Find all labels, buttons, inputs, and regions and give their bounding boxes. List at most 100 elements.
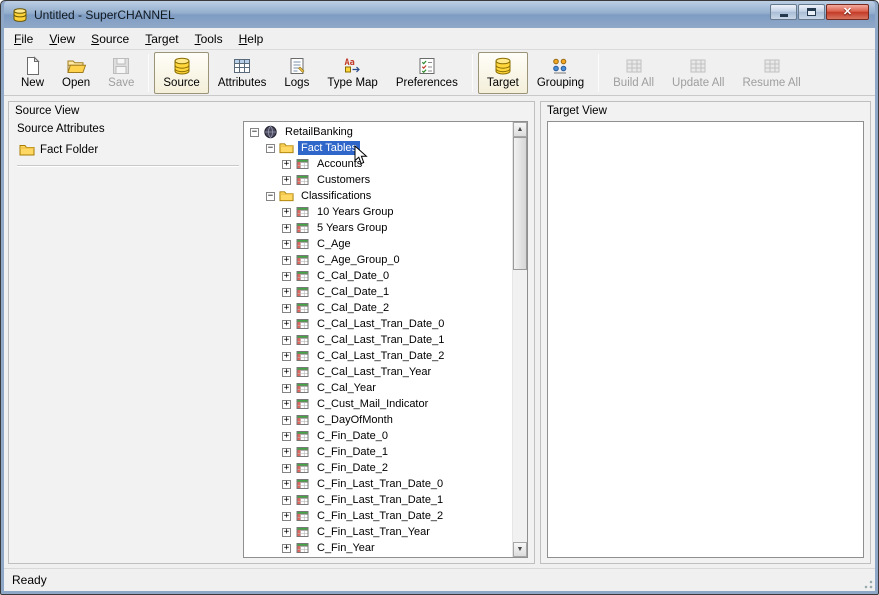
collapse-icon[interactable]: − xyxy=(250,128,259,137)
tree-item-c-fin-last-tran-date-0[interactable]: + C_Fin_Last_Tran_Date_0 xyxy=(247,476,511,492)
status-text: Ready xyxy=(12,573,47,587)
collapse-icon[interactable]: − xyxy=(266,144,275,153)
tree-item-fact-tables[interactable]: − Fact Tables xyxy=(247,140,511,156)
tree-indent xyxy=(247,196,266,197)
expand-icon[interactable]: + xyxy=(282,368,291,377)
tree-indent xyxy=(247,500,282,501)
expand-icon[interactable]: + xyxy=(282,480,291,489)
expand-icon[interactable]: + xyxy=(282,496,291,505)
minimize-button[interactable] xyxy=(770,4,797,20)
preferences-button[interactable]: Preferences xyxy=(387,52,467,94)
tree-item-label: C_Fin_Last_Tran_Date_0 xyxy=(314,477,446,491)
menu-view[interactable]: View xyxy=(41,29,83,49)
expand-icon[interactable]: + xyxy=(282,384,291,393)
tree-item-label: C_Fin_Date_2 xyxy=(314,461,391,475)
tree-item-c-cal-year[interactable]: +C_Cal_Year xyxy=(247,380,511,396)
fact-folder-item[interactable]: Fact Folder xyxy=(17,142,239,158)
target-view-content[interactable] xyxy=(547,121,864,558)
expand-icon[interactable]: + xyxy=(282,400,291,409)
expand-icon[interactable]: + xyxy=(282,320,291,329)
expand-icon[interactable]: + xyxy=(282,544,291,553)
table-icon xyxy=(295,445,310,459)
new-button[interactable]: New xyxy=(12,52,53,94)
expand-icon[interactable]: + xyxy=(282,288,291,297)
expand-icon[interactable]: + xyxy=(282,352,291,361)
expand-icon[interactable]: + xyxy=(282,208,291,217)
tree-item-c-fin-last-tran-year[interactable]: +C_Fin_Last_Tran_Year xyxy=(247,524,511,540)
expand-icon[interactable]: + xyxy=(282,304,291,313)
tree-item-classifications[interactable]: − Classifications xyxy=(247,188,511,204)
update-all-button[interactable]: Update All xyxy=(663,52,733,94)
menu-file[interactable]: File xyxy=(6,29,41,49)
scroll-thumb[interactable] xyxy=(513,137,527,270)
expand-icon[interactable]: + xyxy=(282,528,291,537)
expand-icon[interactable]: + xyxy=(282,512,291,521)
tree-item-c-cal-date-2[interactable]: +C_Cal_Date_2 xyxy=(247,300,511,316)
toolbar: New Open Save Source Attributes Logs AaT… xyxy=(4,50,875,96)
scroll-up-button[interactable]: ▲ xyxy=(513,122,527,137)
tree-item-c-cal-last-tran-date-2[interactable]: +C_Cal_Last_Tran_Date_2 xyxy=(247,348,511,364)
tree-item-c-cal-last-tran-date-1[interactable]: + C_Cal_Last_Tran_Date_1 xyxy=(247,332,511,348)
grouping-button[interactable]: Grouping xyxy=(528,52,593,94)
save-button[interactable]: Save xyxy=(99,52,143,94)
resume-all-button[interactable]: Resume All xyxy=(733,52,809,94)
maximize-button[interactable] xyxy=(798,4,825,20)
menu-help[interactable]: Help xyxy=(231,29,272,49)
tree-item-c-fin-date-0[interactable]: +C_Fin_Date_0 xyxy=(247,428,511,444)
tree-item-label: C_Cal_Last_Tran_Date_1 xyxy=(314,333,447,347)
build-all-button[interactable]: Build All xyxy=(604,52,663,94)
attributes-button[interactable]: Attributes xyxy=(209,52,276,94)
expand-icon[interactable]: + xyxy=(282,176,291,185)
tree-item-c-fin-date-2[interactable]: + C_Fin_Date_2 xyxy=(247,460,511,476)
type-map-button[interactable]: AaType Map xyxy=(318,52,387,94)
close-button[interactable]: ✕ xyxy=(826,4,869,20)
tree-item-accounts[interactable]: +Accounts xyxy=(247,156,511,172)
tree-item-customers[interactable]: +Customers xyxy=(247,172,511,188)
tree-item-c-dayofmonth[interactable]: +C_DayOfMonth xyxy=(247,412,511,428)
tree-indent xyxy=(247,452,282,453)
tree-item-c-age-group-0[interactable]: +C_Age_Group_0 xyxy=(247,252,511,268)
target-button[interactable]: Target xyxy=(478,52,528,94)
expand-icon[interactable]: + xyxy=(282,432,291,441)
tree-indent xyxy=(247,164,282,165)
tree-scrollbar[interactable]: ▲ ▼ xyxy=(512,122,527,557)
resize-grip[interactable] xyxy=(861,577,873,589)
tree-item-c-cal-last-tran-year[interactable]: +C_Cal_Last_Tran_Year xyxy=(247,364,511,380)
tree-item-c-cal-date-0[interactable]: +C_Cal_Date_0 xyxy=(247,268,511,284)
expand-icon[interactable]: + xyxy=(282,336,291,345)
tree-item-c-cust-mail-indicator[interactable]: +C_Cust_Mail_Indicator xyxy=(247,396,511,412)
tree-item-label: Fact Tables xyxy=(298,141,360,155)
tree-item-c-cal-date-1[interactable]: +C_Cal_Date_1 xyxy=(247,284,511,300)
scroll-down-button[interactable]: ▼ xyxy=(513,542,527,557)
tree-item-c-age[interactable]: +C_Age xyxy=(247,236,511,252)
expand-icon[interactable]: + xyxy=(282,240,291,249)
logs-button[interactable]: Logs xyxy=(275,52,318,94)
expand-icon[interactable]: + xyxy=(282,160,291,169)
titlebar[interactable]: Untitled - SuperCHANNEL ✕ xyxy=(4,1,875,28)
expand-icon[interactable]: + xyxy=(282,464,291,473)
tree-indent xyxy=(247,356,282,357)
collapse-icon[interactable]: − xyxy=(266,192,275,201)
expand-icon[interactable]: + xyxy=(282,224,291,233)
source-button[interactable]: Source xyxy=(154,52,208,94)
menu-tools[interactable]: Tools xyxy=(187,29,231,49)
expand-icon[interactable]: + xyxy=(282,416,291,425)
expand-icon[interactable]: + xyxy=(282,448,291,457)
tree-indent xyxy=(247,516,282,517)
expand-icon[interactable]: + xyxy=(282,272,291,281)
tree-item-c-fin-last-tran-date-2[interactable]: +C_Fin_Last_Tran_Date_2 xyxy=(247,508,511,524)
tree-item-c-fin-date-1[interactable]: +C_Fin_Date_1 xyxy=(247,444,511,460)
tree-indent xyxy=(247,420,282,421)
menu-source[interactable]: Source xyxy=(83,29,137,49)
tree-item-retailbanking[interactable]: −RetailBanking xyxy=(247,124,511,140)
tree-item-c-cal-last-tran-date-0[interactable]: +C_Cal_Last_Tran_Date_0 xyxy=(247,316,511,332)
tree-item-c-fin-year[interactable]: +C_Fin_Year xyxy=(247,540,511,556)
menu-target[interactable]: Target xyxy=(137,29,186,49)
tree-item-label: Classifications xyxy=(298,189,374,203)
tree-item-10-years-group[interactable]: +10 Years Group xyxy=(247,204,511,220)
fact-folder-label: Fact Folder xyxy=(40,144,98,156)
tree-item-c-fin-last-tran-date-1[interactable]: +C_Fin_Last_Tran_Date_1 xyxy=(247,492,511,508)
expand-icon[interactable]: + xyxy=(282,256,291,265)
tree-item-5-years-group[interactable]: +5 Years Group xyxy=(247,220,511,236)
open-button[interactable]: Open xyxy=(53,52,99,94)
